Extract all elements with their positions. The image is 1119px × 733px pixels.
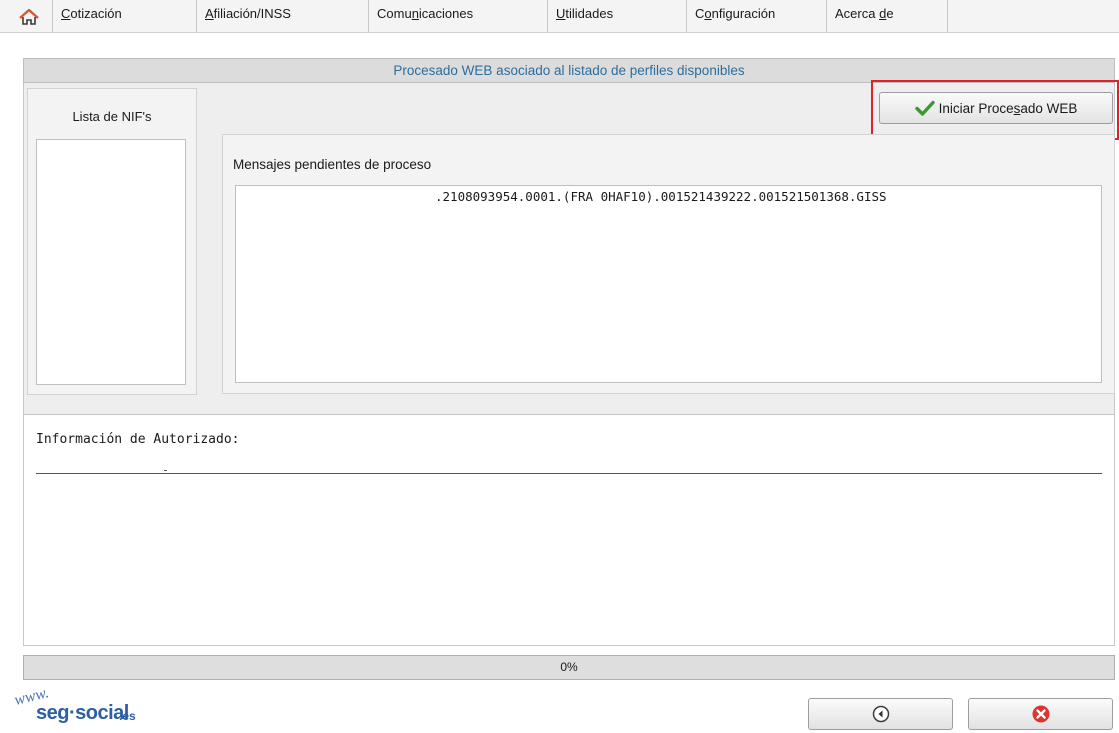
start-button-label: Iniciar Procesado WEB [938, 100, 1078, 116]
pending-messages-list[interactable]: .2108093954.0001.(FRA 0HAF10).0015214392… [235, 185, 1102, 383]
pending-messages-panel: Mensajes pendientes de proceso .21080939… [222, 134, 1115, 394]
back-button[interactable] [808, 698, 953, 730]
menu-afiliacion-inss[interactable]: Afiliación/INSS [196, 0, 368, 32]
separator-tick [164, 470, 167, 471]
page-title: Procesado WEB asociado al listado de per… [23, 58, 1115, 83]
menu-cotizacion[interactable]: Cotización [52, 0, 196, 32]
progress-bar: 0% [23, 655, 1115, 680]
checkmark-icon [914, 100, 935, 116]
pending-messages-title: Mensajes pendientes de proceso [233, 157, 432, 172]
menu-divider [947, 0, 948, 32]
logo-seg-social: seg·social [36, 702, 129, 724]
nif-list-panel: Lista de NIF's [27, 88, 197, 395]
close-button[interactable] [968, 698, 1113, 730]
menu-configuracion[interactable]: Configuración [686, 0, 826, 32]
separator-line [36, 473, 1102, 474]
menu-acerca-de[interactable]: Acerca de [826, 0, 947, 32]
menu-bar: Cotización Afiliación/INSS Comunicacione… [0, 0, 1119, 33]
menu-utilidades[interactable]: Utilidades [547, 0, 686, 32]
back-arrow-icon [872, 705, 889, 723]
menu-comunicaciones[interactable]: Comunicaciones [368, 0, 547, 32]
home-icon[interactable] [18, 7, 40, 27]
logo-es: .es [119, 709, 136, 723]
progress-text: 0% [560, 660, 578, 674]
nif-list[interactable] [36, 139, 186, 385]
seg-social-logo: www. seg·social .es [13, 684, 157, 732]
authorized-info-label: Información de Autorizado: [36, 432, 240, 447]
close-icon [1032, 705, 1049, 723]
authorized-info-panel[interactable]: Información de Autorizado: [23, 414, 1115, 646]
nif-list-title: Lista de NIF's [72, 109, 152, 124]
message-line: .2108093954.0001.(FRA 0HAF10).0015214392… [435, 189, 887, 204]
start-web-processing-button[interactable]: Iniciar Procesado WEB [879, 92, 1113, 124]
